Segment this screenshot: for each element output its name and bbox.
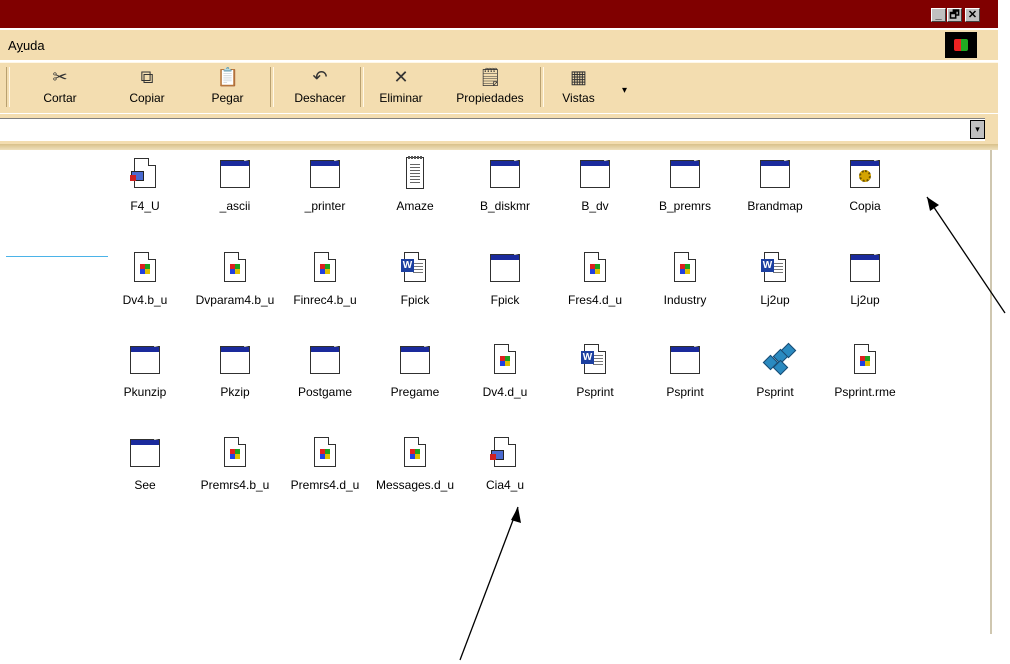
annotation-arrows — [459, 196, 1006, 661]
annotation-arrow-cia4u — [459, 506, 521, 661]
annotation-arrow-copia — [926, 196, 1006, 314]
